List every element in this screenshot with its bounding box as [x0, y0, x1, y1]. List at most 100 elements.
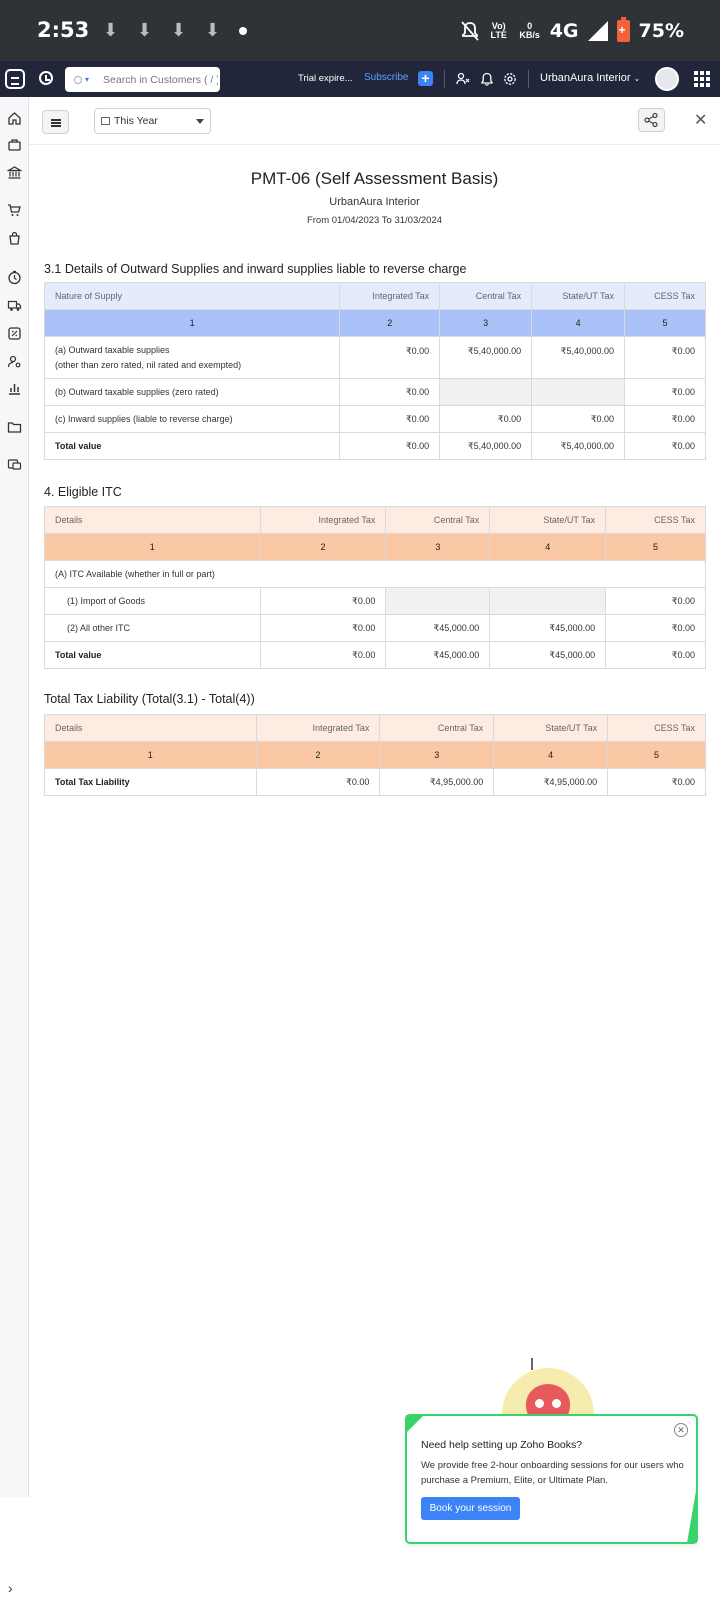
- table-header-row: Details Integrated Tax Central Tax State…: [44, 506, 706, 534]
- calendar-icon: [101, 117, 110, 125]
- quick-create-button[interactable]: +: [418, 71, 433, 86]
- column-index: 1: [44, 533, 261, 561]
- column-header: Details: [44, 506, 261, 534]
- subscribe-link[interactable]: Subscribe: [364, 72, 408, 83]
- cell-state-tax: ₹0.00: [531, 405, 626, 433]
- total-liability-table: Details Integrated Tax Central Tax State…: [44, 714, 706, 796]
- column-index: 4: [493, 741, 609, 769]
- row-label-line: (other than zero rated, nil rated and ex…: [55, 359, 242, 370]
- bot-antenna-icon: [531, 1358, 533, 1370]
- outward-supplies-table: Nature of Supply Integrated Tax Central …: [43, 282, 706, 460]
- accountant-icon[interactable]: [7, 326, 22, 341]
- cell-integrated-tax: ₹0.00: [339, 432, 441, 460]
- row-label: (c) Inward supplies (liable to reverse c…: [43, 405, 341, 433]
- recent-history-icon[interactable]: [39, 71, 53, 85]
- trial-status: Trial expire...: [298, 73, 353, 84]
- column-header: Nature of Supply: [43, 282, 341, 310]
- column-header: Central Tax: [385, 506, 491, 534]
- chevron-down-icon[interactable]: ▾: [85, 75, 89, 84]
- org-name: UrbanAura Interior: [540, 72, 631, 84]
- column-header: Details: [44, 714, 257, 742]
- users-icon[interactable]: [456, 72, 470, 86]
- shopping-bag-icon[interactable]: [7, 231, 22, 246]
- section-heading: Total Tax Liability (Total(3.1) - Total(…: [44, 692, 255, 706]
- cell-state-tax: ₹45,000.00: [489, 641, 607, 669]
- cell-cess-tax: ₹0.00: [624, 336, 706, 379]
- divider: [528, 70, 529, 88]
- sidebar: [0, 97, 29, 1497]
- home-icon[interactable]: [7, 111, 22, 126]
- cell-state-tax: ₹45,000.00: [489, 614, 607, 642]
- column-index-row: 1 2 3 4 5: [44, 533, 706, 561]
- time-tracking-icon[interactable]: [7, 270, 22, 285]
- column-index: 4: [531, 309, 626, 337]
- report-toolbar: This Year ✕: [29, 97, 720, 145]
- cell-central-tax: [385, 587, 491, 615]
- bell-icon[interactable]: [480, 72, 494, 86]
- share-button[interactable]: [638, 108, 665, 132]
- cell-integrated-tax: ₹0.00: [259, 641, 387, 669]
- search-icon: [74, 75, 82, 84]
- section-heading: 4. Eligible ITC: [44, 485, 122, 499]
- cell-central-tax: ₹45,000.00: [385, 641, 491, 669]
- table-header-row: Nature of Supply Integrated Tax Central …: [43, 282, 706, 310]
- popup-corner-accent: [687, 1485, 697, 1543]
- column-index: 3: [385, 533, 491, 561]
- book-session-button[interactable]: Book your session: [421, 1497, 520, 1520]
- table-header-row: Details Integrated Tax Central Tax State…: [44, 714, 706, 742]
- column-header: Integrated Tax: [339, 282, 441, 310]
- chevron-right-icon[interactable]: ›: [8, 1580, 13, 1596]
- column-header: Central Tax: [439, 282, 533, 310]
- close-icon[interactable]: ✕: [674, 1423, 688, 1437]
- group-row: (A) ITC Available (whether in full or pa…: [44, 560, 706, 588]
- column-header: Integrated Tax: [255, 714, 381, 742]
- books-logo-icon[interactable]: [5, 69, 25, 89]
- column-header: CESS Tax: [607, 714, 706, 742]
- period-filter[interactable]: This Year: [94, 108, 211, 134]
- chevron-down-icon: ⌄: [633, 74, 641, 83]
- cart-icon[interactable]: [7, 203, 22, 218]
- column-header: State/UT Tax: [489, 506, 607, 534]
- cell-cess-tax: ₹0.00: [605, 587, 706, 615]
- menu-button[interactable]: [42, 110, 69, 134]
- cell-cess-tax: ₹0.00: [607, 768, 706, 796]
- bell-off-icon: [461, 21, 479, 41]
- app-header: ▾ Trial expire... Subscribe + UrbanAura …: [0, 61, 720, 97]
- notification-dot-icon: [239, 27, 247, 35]
- battery-level: 75%: [638, 20, 684, 42]
- documents-icon[interactable]: [7, 419, 22, 434]
- period-label: This Year: [114, 115, 158, 127]
- banking-icon[interactable]: [6, 165, 23, 180]
- download-icon: ⬇: [171, 20, 187, 40]
- search-input[interactable]: [103, 73, 219, 86]
- close-icon[interactable]: ✕: [694, 110, 707, 130]
- column-index: 1: [43, 309, 341, 337]
- e-way-bill-icon[interactable]: [7, 298, 22, 313]
- download-icon: ⬇: [103, 20, 119, 40]
- report-date-range: From 01/04/2023 To 31/03/2024: [306, 215, 443, 226]
- battery-icon: [616, 17, 630, 42]
- cell-central-tax: ₹5,40,000.00: [439, 336, 533, 379]
- user-settings-icon[interactable]: [7, 354, 22, 369]
- network-type: 4G: [549, 20, 579, 42]
- gear-icon[interactable]: [503, 72, 517, 86]
- cell-state-tax: [489, 587, 607, 615]
- items-icon[interactable]: [7, 137, 22, 152]
- row-label: (1) Import of Goods: [44, 587, 261, 615]
- column-header: State/UT Tax: [531, 282, 626, 310]
- popup-corner-accent: [406, 1415, 424, 1433]
- row-label: (b) Outward taxable supplies (zero rated…: [43, 378, 341, 406]
- caret-down-icon: [196, 119, 204, 124]
- download-icon: ⬇: [205, 20, 221, 40]
- cell-integrated-tax: ₹0.00: [255, 768, 381, 796]
- reports-icon[interactable]: [7, 381, 22, 396]
- app-grid-icon[interactable]: [694, 71, 710, 87]
- column-index: 5: [605, 533, 706, 561]
- org-switcher[interactable]: UrbanAura Interior ⌄: [540, 72, 640, 84]
- integrations-icon[interactable]: [7, 457, 22, 472]
- cell-integrated-tax: ₹0.00: [339, 405, 441, 433]
- search-box[interactable]: ▾: [65, 67, 220, 92]
- avatar[interactable]: [655, 67, 679, 91]
- column-index-row: 1 2 3 4 5: [43, 309, 706, 337]
- cell-central-tax: ₹5,40,000.00: [439, 432, 533, 460]
